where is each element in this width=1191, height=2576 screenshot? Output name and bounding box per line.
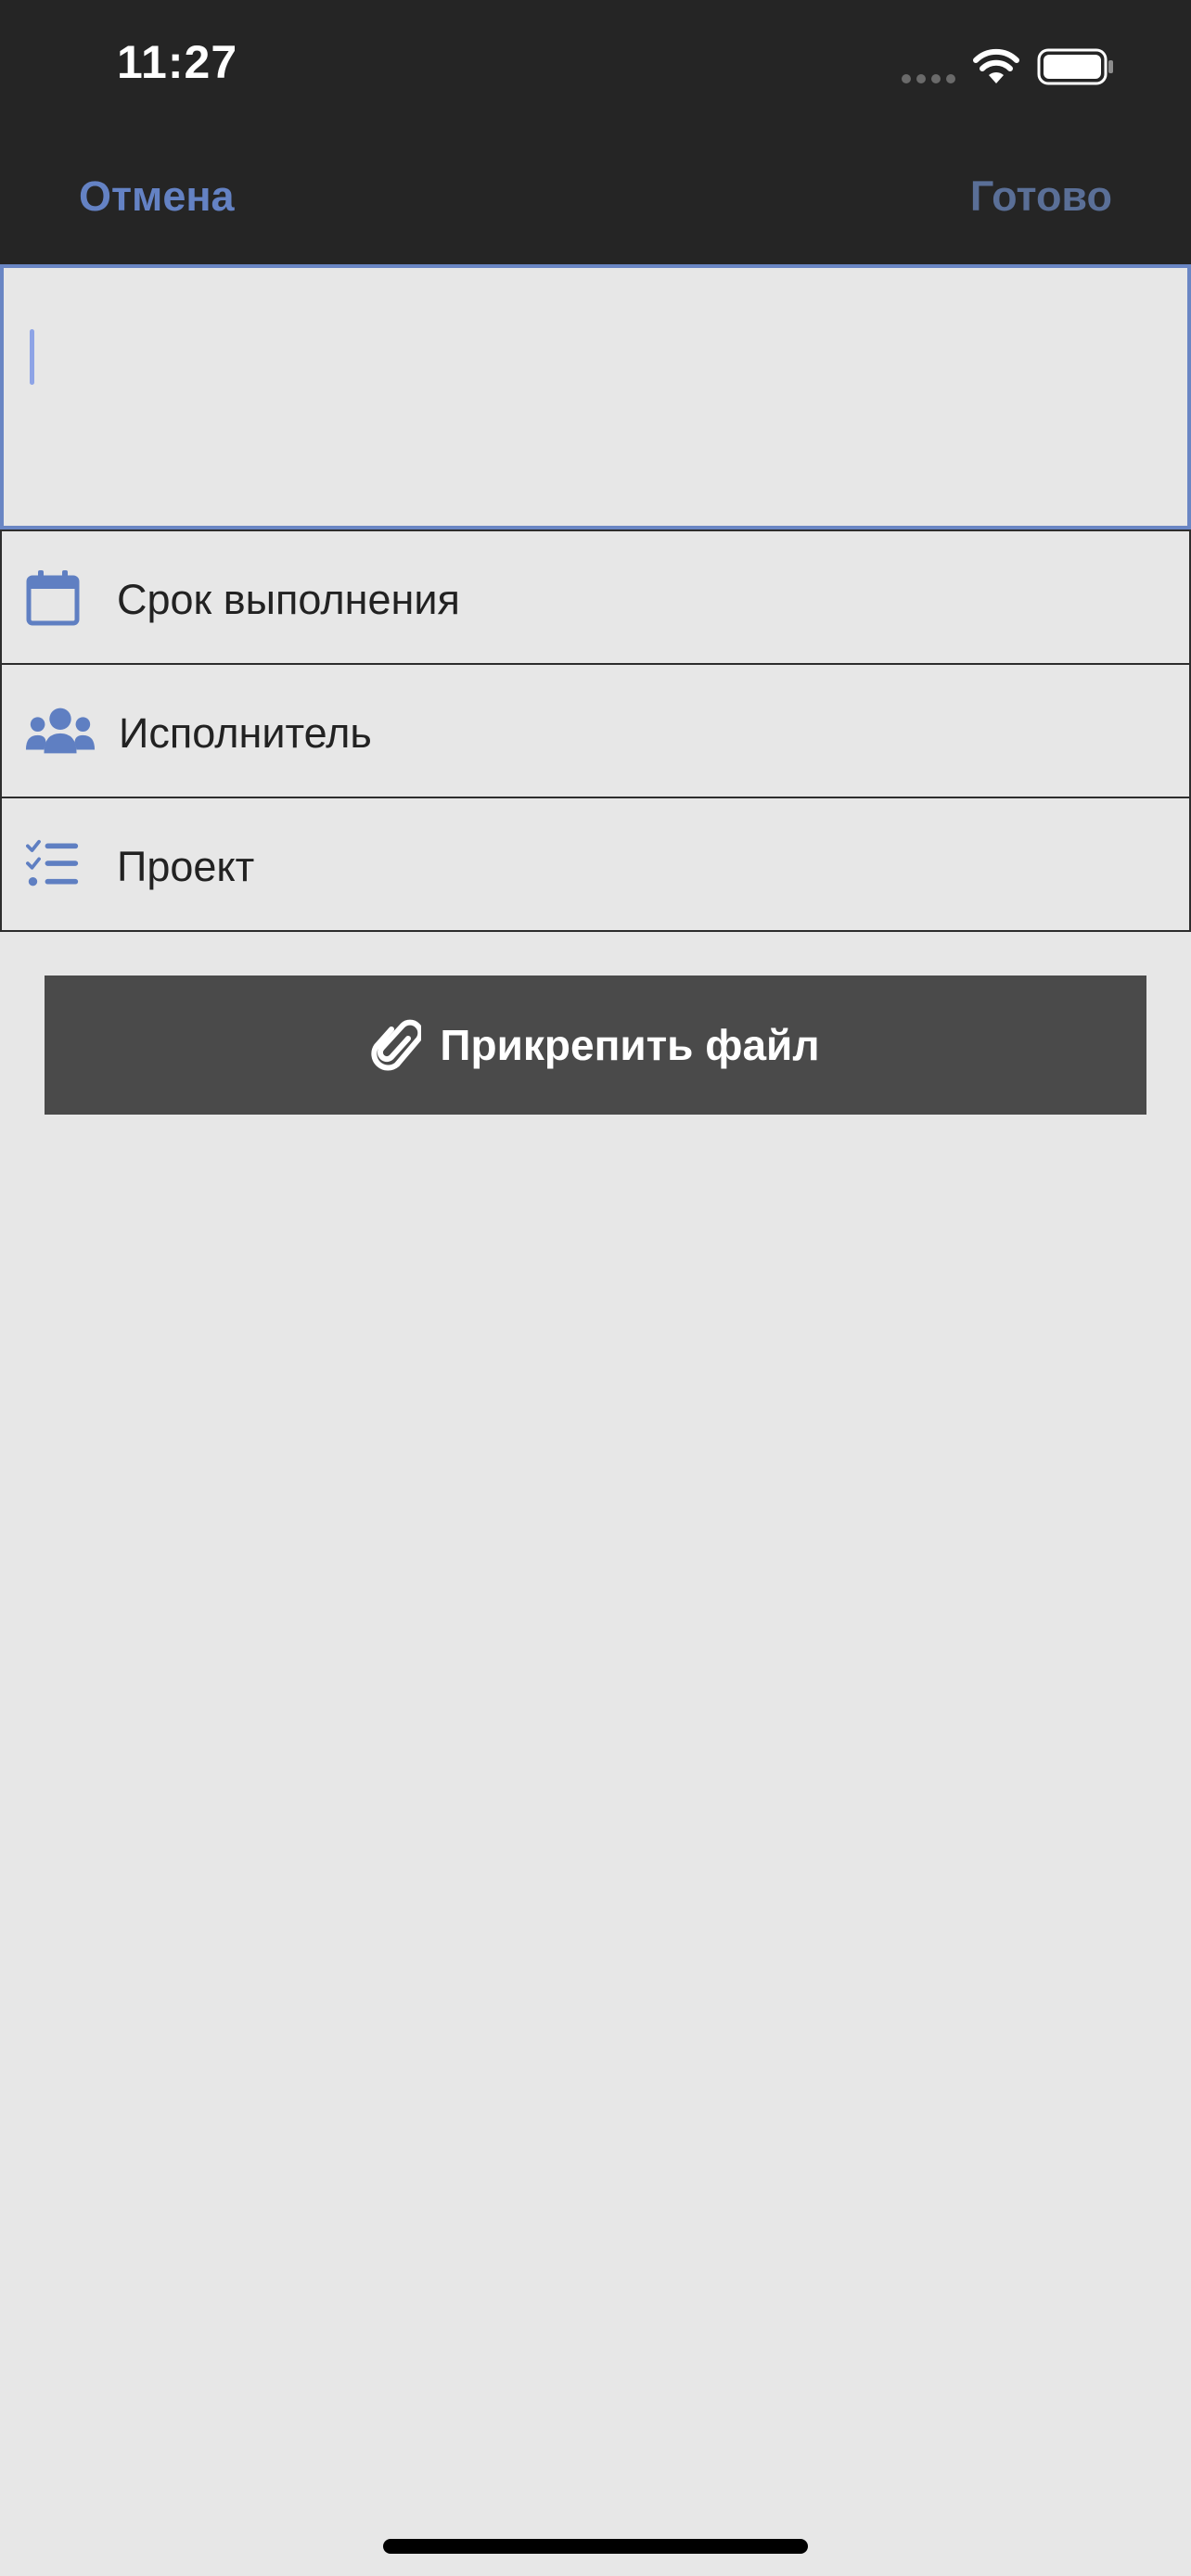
project-row[interactable]: Проект bbox=[0, 797, 1191, 932]
new-task-screen: 11:27 Отмена Готово Срок выполнения Испо… bbox=[0, 0, 1191, 2576]
attach-file-button[interactable]: Прикрепить файл bbox=[45, 976, 1146, 1115]
cancel-button[interactable]: Отмена bbox=[79, 172, 235, 221]
checklist-icon bbox=[26, 839, 79, 886]
top-bar: 11:27 Отмена Готово bbox=[0, 0, 1191, 264]
status-time: 11:27 bbox=[117, 36, 238, 88]
assignee-label: Исполнитель bbox=[119, 709, 372, 757]
task-title-input[interactable] bbox=[0, 264, 1191, 529]
due-date-label: Срок выполнения bbox=[117, 576, 460, 623]
done-button[interactable]: Готово bbox=[970, 172, 1112, 221]
wifi-icon bbox=[973, 48, 1019, 83]
assignee-row[interactable]: Исполнитель bbox=[0, 663, 1191, 798]
cellular-signal-icon bbox=[902, 74, 957, 83]
project-label: Проект bbox=[117, 843, 255, 890]
text-caret bbox=[30, 329, 34, 385]
attach-file-label: Прикрепить файл bbox=[440, 1021, 820, 1069]
paperclip-icon bbox=[371, 1019, 422, 1071]
calendar-icon bbox=[26, 570, 80, 626]
home-indicator[interactable] bbox=[383, 2539, 808, 2554]
battery-icon bbox=[1037, 48, 1113, 85]
users-icon bbox=[25, 708, 96, 754]
due-date-row[interactable]: Срок выполнения bbox=[0, 529, 1191, 665]
